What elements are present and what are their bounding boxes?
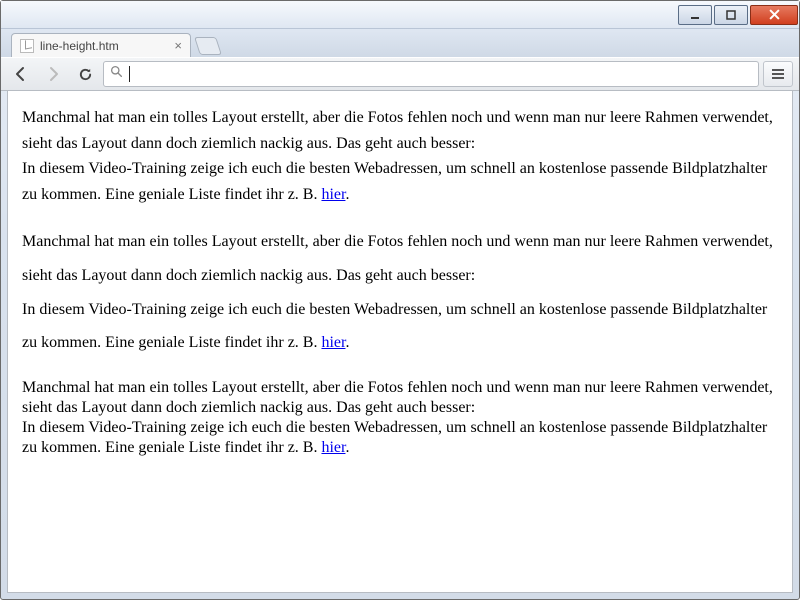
menu-button[interactable] xyxy=(763,61,793,87)
body-text: In diesem Video-Training zeige ich euch … xyxy=(22,419,767,456)
page-content: Manchmal hat man ein tolles Layout erste… xyxy=(8,91,792,496)
address-bar[interactable] xyxy=(103,61,759,87)
browser-tab[interactable]: line-height.htm × xyxy=(11,33,191,57)
maximize-button[interactable] xyxy=(714,5,748,25)
minimize-button[interactable] xyxy=(678,5,712,25)
close-tab-icon[interactable]: × xyxy=(174,38,182,53)
body-text: In diesem Video-Training zeige ich euch … xyxy=(22,160,767,203)
tab-strip: line-height.htm × xyxy=(1,29,799,57)
tab-title: line-height.htm xyxy=(40,39,119,53)
link-hier[interactable]: hier xyxy=(321,186,345,203)
body-text: . xyxy=(345,334,349,351)
toolbar xyxy=(1,57,799,91)
body-text: In diesem Video-Training zeige ich euch … xyxy=(22,301,767,352)
back-button[interactable] xyxy=(7,61,35,87)
page-viewport[interactable]: Manchmal hat man ein tolles Layout erste… xyxy=(7,91,793,593)
link-hier[interactable]: hier xyxy=(321,334,345,351)
body-text: . xyxy=(345,439,349,456)
paragraph-block: Manchmal hat man ein tolles Layout erste… xyxy=(22,105,778,207)
url-input[interactable] xyxy=(136,67,752,82)
link-hier[interactable]: hier xyxy=(321,439,345,456)
browser-window: line-height.htm × Manch xyxy=(0,0,800,600)
reload-button[interactable] xyxy=(71,61,99,87)
paragraph-block: Manchmal hat man ein tolles Layout erste… xyxy=(22,378,778,458)
body-text: Manchmal hat man ein tolles Layout erste… xyxy=(22,233,773,284)
close-button[interactable] xyxy=(750,5,798,25)
body-text: Manchmal hat man ein tolles Layout erste… xyxy=(22,379,773,416)
new-tab-button[interactable] xyxy=(194,37,222,55)
paragraph-block: Manchmal hat man ein tolles Layout erste… xyxy=(22,225,778,359)
body-text: . xyxy=(345,186,349,203)
forward-button[interactable] xyxy=(39,61,67,87)
text-cursor xyxy=(129,66,130,82)
search-icon xyxy=(110,65,123,83)
window-titlebar[interactable] xyxy=(1,1,799,29)
file-icon xyxy=(20,39,34,53)
body-text: Manchmal hat man ein tolles Layout erste… xyxy=(22,109,773,152)
